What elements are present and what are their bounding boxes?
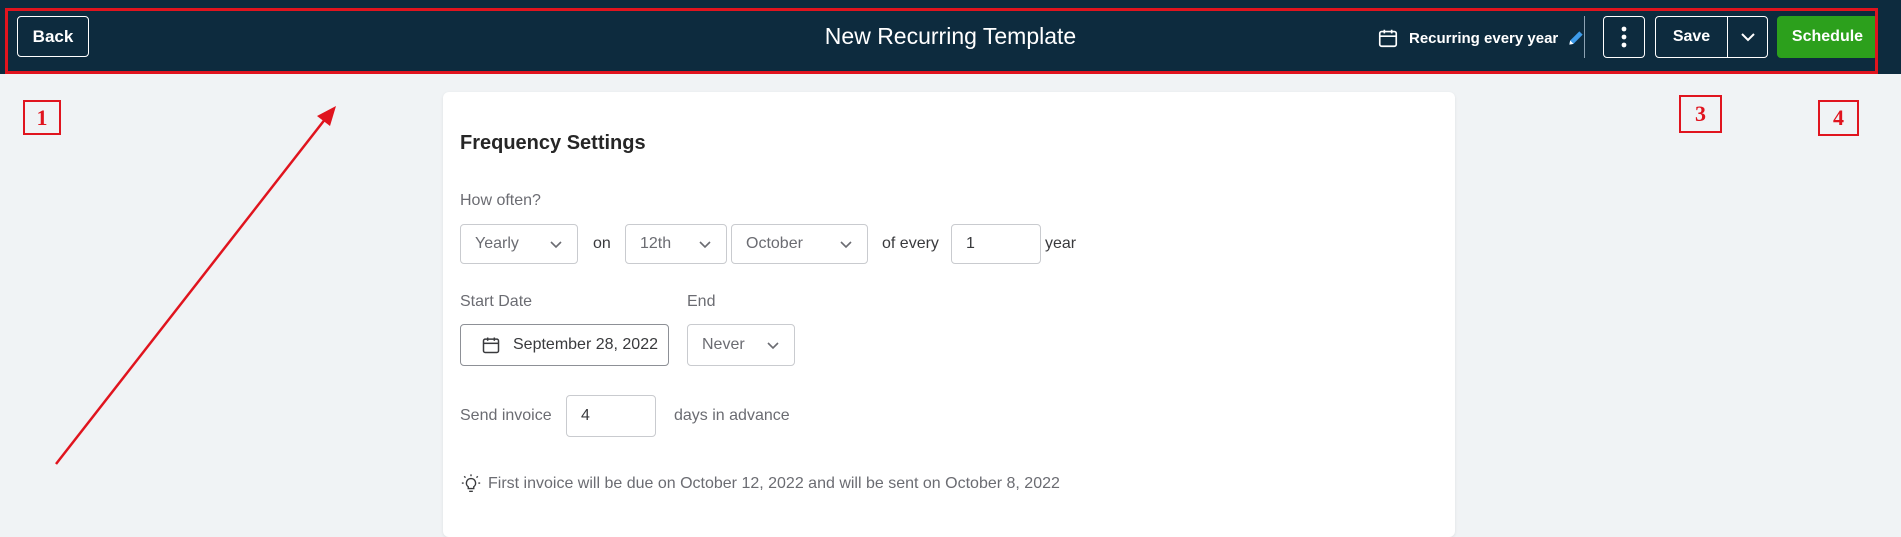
frequency-settings-card [443, 92, 1455, 537]
schedule-button[interactable]: Schedule [1777, 16, 1878, 58]
annotation-marker-3: 3 [1679, 95, 1722, 133]
lightbulb-icon [461, 474, 481, 493]
chevron-down-icon [1740, 33, 1755, 42]
save-split-button: Save [1655, 16, 1768, 58]
calendar-icon [482, 337, 500, 354]
every-count-input[interactable]: 1 [951, 224, 1041, 264]
schedule-hint-text: First invoice will be due on October 12,… [488, 475, 1060, 492]
chevron-down-icon [840, 241, 852, 249]
annotation-marker-4: 4 [1818, 100, 1859, 136]
how-often-label: How often? [460, 192, 541, 209]
start-date-label: Start Date [460, 293, 533, 310]
annotation-marker-1: 1 [23, 100, 61, 135]
chevron-down-icon [550, 241, 562, 249]
start-date-picker[interactable]: September 28, 2022 [460, 324, 669, 366]
unit-label: year [1045, 235, 1077, 252]
end-label: End [687, 293, 716, 310]
month-select[interactable]: October [731, 224, 868, 264]
day-select[interactable]: 12th [625, 224, 727, 264]
end-select[interactable]: Never [687, 324, 795, 366]
chevron-down-icon [767, 342, 779, 350]
calendar-icon [1378, 29, 1398, 48]
start-date-value: September 28, 2022 [513, 336, 658, 353]
frequency-settings-heading: Frequency Settings [460, 132, 646, 154]
top-header-bar: Back New Recurring Template Recurring ev… [0, 0, 1901, 74]
header-divider [1584, 16, 1585, 58]
kebab-icon [1621, 26, 1627, 48]
end-select-value: Never [702, 336, 745, 353]
day-select-value: 12th [640, 235, 672, 252]
save-options-dropdown[interactable] [1728, 17, 1767, 57]
schedule-hint: First invoice will be due on October 12,… [460, 473, 1060, 495]
month-select-value: October [746, 235, 803, 252]
on-label: on [593, 235, 611, 252]
interval-select-value: Yearly [475, 235, 519, 252]
send-invoice-label: Send invoice [460, 407, 552, 424]
chevron-down-icon [699, 241, 711, 249]
interval-select[interactable]: Yearly [460, 224, 578, 264]
days-in-advance-input[interactable]: 4 [566, 395, 656, 437]
save-button[interactable]: Save [1656, 17, 1728, 57]
more-options-button[interactable] [1603, 16, 1645, 58]
days-in-advance-suffix: days in advance [674, 407, 790, 424]
of-every-label: of every [882, 235, 939, 252]
recurring-frequency-summary[interactable]: Recurring every year [1377, 25, 1586, 51]
recurring-label: Recurring every year [1409, 29, 1559, 47]
every-count-value: 1 [966, 235, 975, 252]
days-in-advance-value: 4 [581, 407, 590, 424]
